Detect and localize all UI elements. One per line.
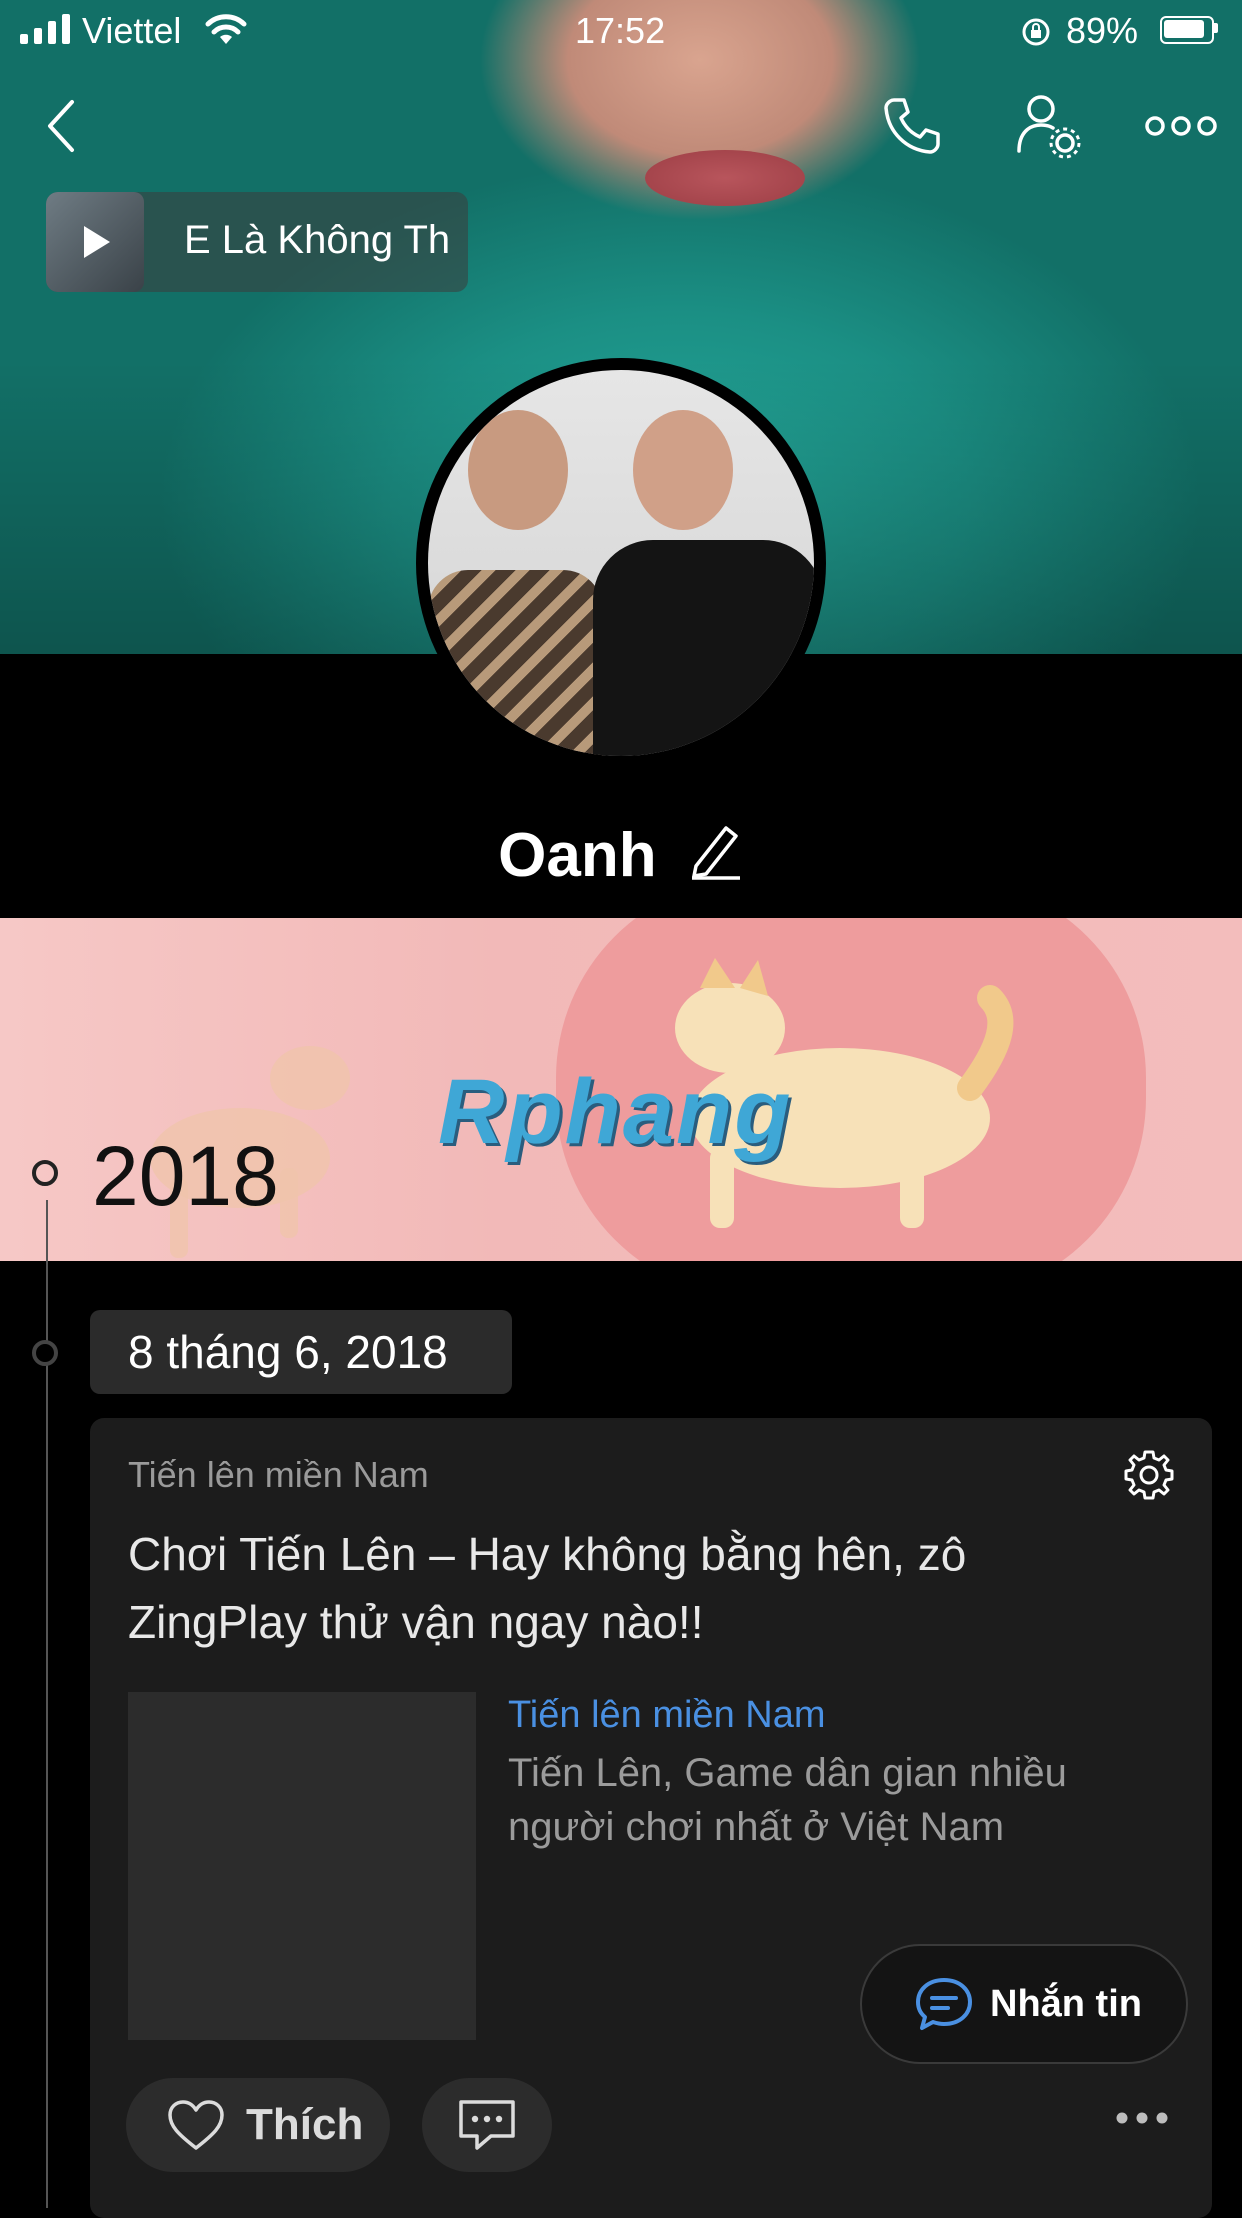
- post-date: 8 tháng 6, 2018: [90, 1310, 512, 1394]
- link-description: Tiến Lên, Game dân gian nhiều người chơi…: [508, 1751, 1067, 1849]
- heart-icon: [168, 2100, 224, 2150]
- timeline-year-dot: [32, 1160, 58, 1186]
- song-title: E Là Không Th: [184, 218, 451, 262]
- profile-name: Oanh: [0, 820, 1242, 891]
- carrier-label: Viettel: [82, 10, 182, 51]
- wifi-icon: [205, 14, 247, 44]
- battery-tip: [1214, 23, 1218, 33]
- user-settings-icon: [1017, 95, 1081, 159]
- profile-name-text: Oanh: [498, 821, 657, 890]
- post-source: Tiến lên miền Nam: [128, 1454, 429, 1495]
- chat-bubble-icon: [916, 1978, 972, 2030]
- chevron-left-icon: [48, 100, 74, 152]
- profile-settings-button[interactable]: [1008, 86, 1088, 166]
- album-art: [46, 192, 144, 292]
- battery-level: [1164, 20, 1204, 38]
- cover-detail: [645, 150, 805, 206]
- avatar[interactable]: [416, 358, 826, 768]
- message-button-label: Nhắn tin: [990, 1982, 1142, 2025]
- more-options-button[interactable]: [1136, 86, 1226, 166]
- link-thumbnail[interactable]: [128, 1692, 476, 2040]
- phone-icon: [884, 98, 940, 154]
- signal-icon: [20, 14, 72, 44]
- avatar-photo: [428, 370, 814, 756]
- watermark-text: Rphang: [438, 1061, 793, 1163]
- timeline-year: 2018: [92, 1129, 279, 1223]
- now-playing-chip[interactable]: E Là Không Th: [46, 192, 468, 292]
- gear-icon[interactable]: [1122, 1448, 1176, 1502]
- timeline-date-dot: [32, 1340, 58, 1366]
- rotation-lock-icon: [1022, 18, 1050, 46]
- more-horizontal-icon: [1145, 116, 1217, 136]
- post-text: Chơi Tiến Lên – Hay không bằng hên, zô Z…: [128, 1528, 967, 1648]
- battery-percent: 89%: [1066, 10, 1139, 51]
- comment-button[interactable]: [422, 2078, 552, 2172]
- status-bar: Viettel 17:52 89%: [0, 0, 1242, 60]
- post-more-icon[interactable]: [1114, 2110, 1170, 2126]
- like-label: Thích: [246, 2100, 364, 2149]
- back-button[interactable]: [22, 86, 102, 166]
- post-date-text: 8 tháng 6, 2018: [128, 1326, 448, 1378]
- play-icon: [84, 226, 110, 258]
- comment-icon: [459, 2100, 515, 2150]
- like-button[interactable]: Thích: [126, 2078, 390, 2172]
- clock: 17:52: [575, 10, 666, 51]
- edit-pencil-icon[interactable]: [688, 820, 744, 880]
- call-button[interactable]: [872, 86, 952, 166]
- message-button[interactable]: Nhắn tin: [860, 1944, 1188, 2064]
- link-title[interactable]: Tiến lên miền Nam: [508, 1694, 826, 1737]
